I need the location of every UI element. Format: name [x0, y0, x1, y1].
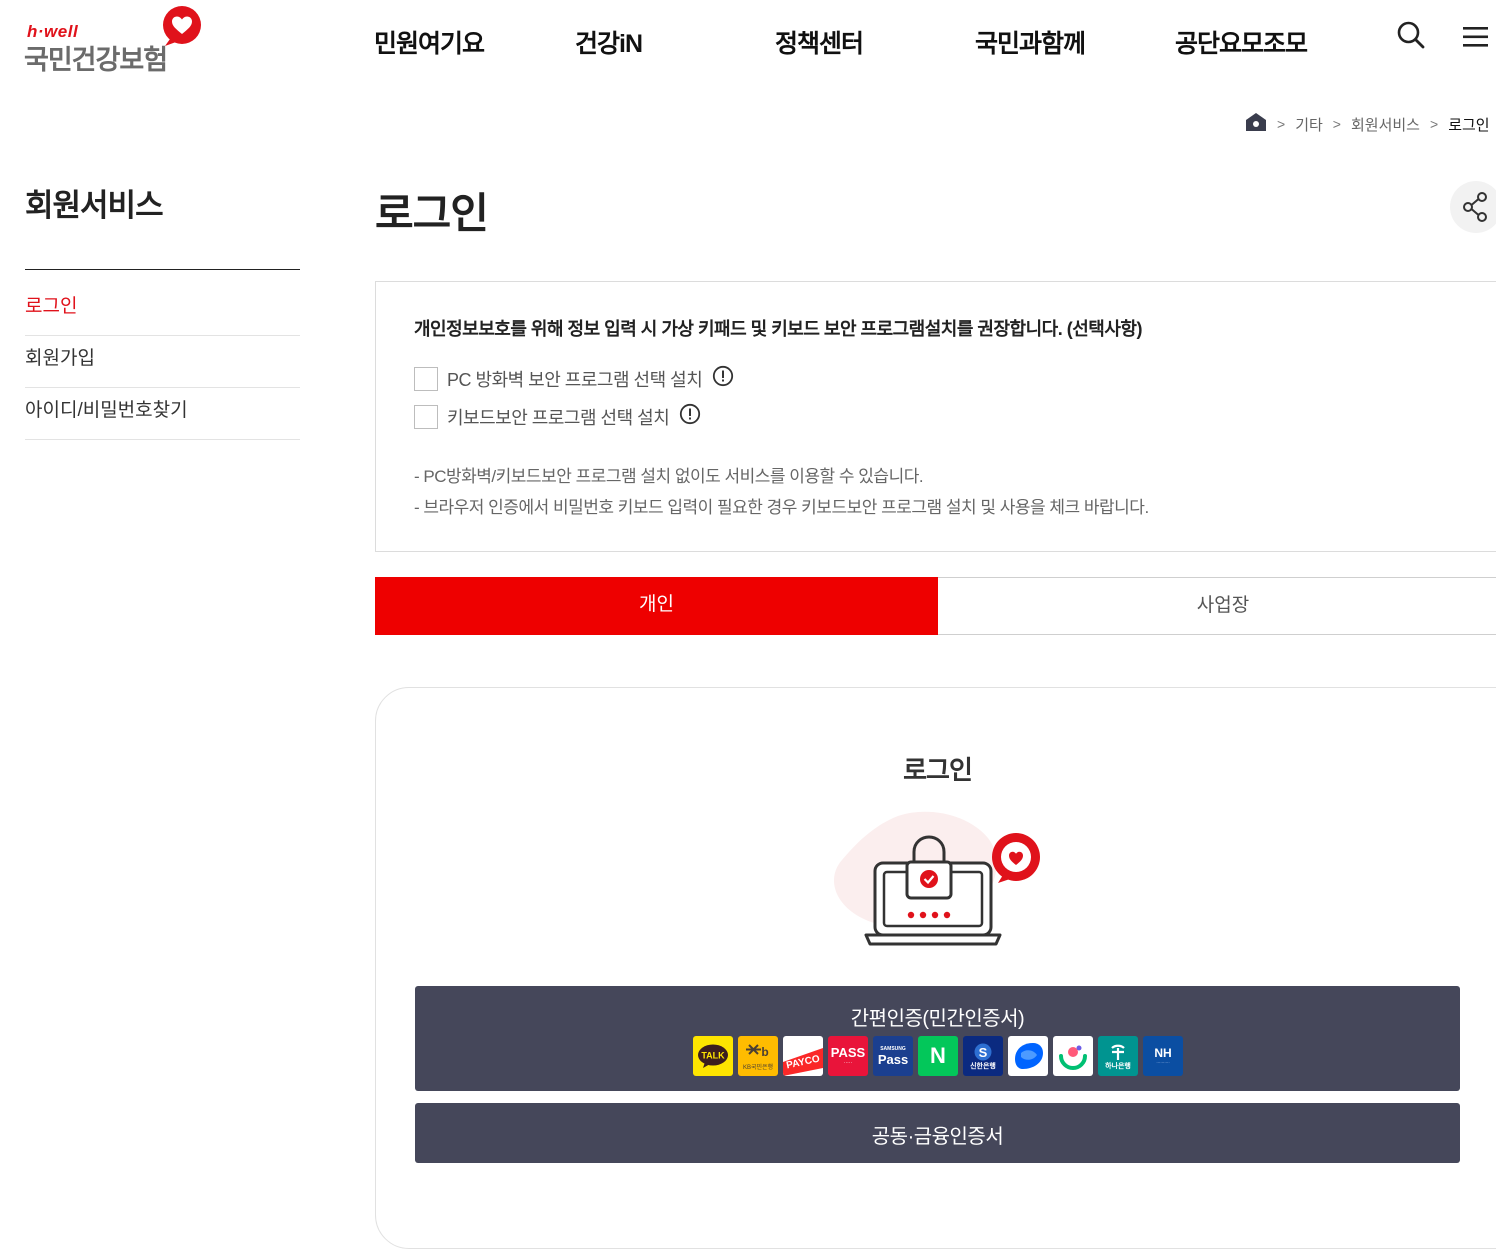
joint-certificate-button[interactable]: 공동·금융인증서 [415, 1103, 1460, 1163]
sidebar-item-find-account[interactable]: 아이디/비밀번호찾기 [25, 388, 300, 440]
sidebar-title: 회원서비스 [25, 188, 164, 223]
firewall-option-label[interactable]: PC 방화벽 보안 프로그램 선택 설치 [447, 366, 703, 392]
laptop-lock-illustration [828, 808, 1048, 958]
kb-bank-icon[interactable]: b KB국민은행 [738, 1036, 778, 1076]
menu-icon[interactable] [1463, 26, 1489, 53]
keyboard-security-option: 키보드보안 프로그램 선택 설치 [414, 403, 701, 430]
home-icon[interactable] [1245, 112, 1267, 136]
samsung-pass-icon[interactable]: SAMSUNG Pass [873, 1036, 913, 1076]
logo-text[interactable]: 국민건강보험 [24, 38, 168, 77]
hana-bank-icon[interactable]: 하나은행 [1098, 1036, 1138, 1076]
tab-personal[interactable]: 개인 [375, 577, 938, 635]
firewall-option: PC 방화벽 보안 프로그램 선택 설치 [414, 365, 734, 392]
tab-business[interactable]: 사업장 [938, 577, 1496, 635]
banksalad-icon[interactable] [1053, 1036, 1093, 1076]
chevron-right-icon: > [1277, 116, 1286, 132]
chevron-right-icon: > [1430, 116, 1439, 132]
nav-item-about[interactable]: 공단요모조모 [1175, 24, 1308, 60]
keyboard-security-option-label[interactable]: 키보드보안 프로그램 선택 설치 [447, 404, 670, 430]
pass-icon[interactable]: PASS ····· [828, 1036, 868, 1076]
sidebar-item-login[interactable]: 로그인 [25, 284, 300, 336]
share-icon [1463, 192, 1487, 222]
joint-certificate-label: 공동·금융인증서 [871, 1126, 1004, 1148]
sidebar-divider [25, 269, 300, 270]
breadcrumb-item-etc[interactable]: 기타 [1295, 114, 1323, 135]
logo-heart-icon [162, 5, 204, 52]
breadcrumb-item-current: 로그인 [1448, 116, 1490, 134]
notice-note: - 브라우저 인증에서 비밀번호 키보드 입력이 필요한 경우 키보드보안 프로… [414, 498, 1149, 517]
sidebar-item-signup[interactable]: 회원가입 [25, 336, 300, 388]
svg-text:b: b [761, 1045, 768, 1059]
security-notice-title: 개인정보보호를 위해 정보 입력 시 가상 키패드 및 키보드 보안 프로그램설… [414, 319, 1142, 339]
kakao-talk-icon[interactable]: TALK [693, 1036, 733, 1076]
payco-icon[interactable]: PAYCO [783, 1036, 823, 1076]
login-card-title: 로그인 [903, 755, 973, 785]
page-title: 로그인 [375, 190, 489, 237]
keyboard-security-checkbox[interactable] [414, 404, 438, 429]
simple-auth-button[interactable]: 간편인증(민간인증서) TALK b KB국민은행 PAYCO PASS ···… [415, 986, 1460, 1091]
info-icon[interactable] [712, 365, 734, 392]
nav-item-health[interactable]: 건강iN [575, 24, 643, 60]
search-icon[interactable] [1396, 20, 1426, 55]
shinhan-bank-icon[interactable]: S 신한은행 [963, 1036, 1003, 1076]
nh-bank-icon[interactable]: NH ·········· [1143, 1036, 1183, 1076]
nav-item-policy[interactable]: 정책센터 [775, 24, 864, 60]
firewall-checkbox[interactable] [414, 366, 438, 391]
notice-note: - PC방화벽/키보드보안 프로그램 설치 없이도 서비스를 이용할 수 있습니… [414, 467, 924, 486]
breadcrumb: > 기타 > 회원서비스 > 로그인 [1245, 112, 1490, 136]
svg-text:TALK: TALK [701, 1051, 725, 1061]
toss-icon[interactable] [1008, 1036, 1048, 1076]
nav-item-together[interactable]: 국민과함께 [975, 24, 1086, 60]
simple-auth-label: 간편인증(민간인증서) [850, 1008, 1025, 1030]
share-button[interactable] [1450, 181, 1496, 233]
chevron-right-icon: > [1332, 116, 1341, 132]
auth-provider-list: TALK b KB국민은행 PAYCO PASS ····· SAMSUNG P… [693, 1036, 1183, 1076]
nav-item-civil[interactable]: 민원여기요 [374, 24, 485, 60]
info-icon[interactable] [679, 403, 701, 430]
svg-text:S: S [979, 1045, 988, 1060]
naver-icon[interactable]: N [918, 1036, 958, 1076]
breadcrumb-item-member[interactable]: 회원서비스 [1351, 114, 1420, 135]
